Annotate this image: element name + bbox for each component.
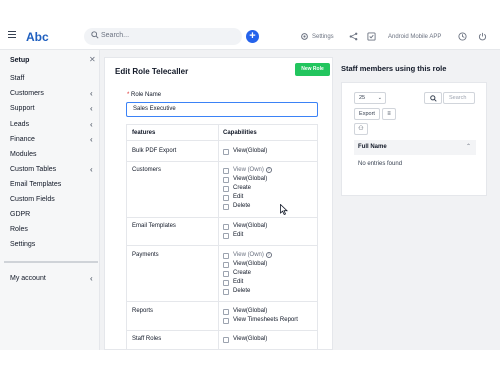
sidebar-title: Setup [10,57,30,64]
column-header-full-name[interactable]: Full Name ⌃ [354,140,476,155]
sidebar-divider [4,261,98,263]
staff-search-input[interactable]: Search [443,92,475,104]
staff-panel-title: Staff members using this role [341,64,447,73]
role-name-label: * Role Name [127,92,162,98]
clock-icon[interactable] [458,32,467,41]
row-divider [127,245,317,246]
checkbox[interactable] [223,280,229,286]
settings-link[interactable]: Settings [312,34,334,40]
checkbox[interactable] [223,253,229,259]
sidebar-item-roles[interactable]: Roles [10,226,28,233]
sidebar-item-email-templates[interactable]: Email Templates [10,181,61,188]
permissions-table: features Capabilities Bulk PDF Export Vi… [126,124,318,349]
checkbox[interactable] [223,168,229,174]
sidebar-item-finance[interactable]: Finance [10,136,35,143]
app-window: Abc Search... + Settings Android Mobile … [0,0,500,350]
checkbox[interactable] [223,309,229,315]
feature-bulk-pdf-export: Bulk PDF Export [132,148,177,154]
page-size-select[interactable]: 25 ⌄ [354,92,386,104]
sidebar-item-custom-fields[interactable]: Custom Fields [10,196,55,203]
sidebar-item-modules[interactable]: Modules [10,151,36,158]
feature-reports: Reports [132,308,154,314]
gear-icon[interactable] [300,32,309,41]
page-title: Edit Role Telecaller [115,67,189,76]
list-icon[interactable]: ≡ [382,108,396,120]
export-button[interactable]: Export [354,108,380,120]
search-box[interactable]: Search... [84,28,242,45]
sidebar-item-customers[interactable]: Customers [10,90,44,97]
feature-staff-roles: Staff Roles [132,336,162,342]
edit-role-card: Edit Role Telecaller New Role * Role Nam… [104,57,333,350]
row-divider [127,161,317,162]
info-icon[interactable]: ? [265,167,272,173]
power-icon[interactable] [478,32,487,41]
checkbox[interactable] [223,149,229,155]
top-bar: Abc Search... + Settings Android Mobile … [0,0,500,50]
logo[interactable]: Abc [26,30,49,44]
row-divider [127,140,317,141]
share-icon[interactable] [349,32,358,41]
column-header-features: features [132,130,156,136]
role-name-input[interactable]: Sales Executive [126,102,318,117]
new-role-button[interactable]: New Role [295,63,330,76]
checkbox[interactable] [223,195,229,201]
checkbox-icon[interactable] [367,32,376,41]
checkbox[interactable] [223,262,229,268]
search-placeholder: Search... [101,32,130,39]
sidebar-item-gdpr[interactable]: GDPR [10,211,30,218]
row-divider [127,217,317,218]
column-header-capabilities: Capabilities [223,130,257,136]
chevron-down-icon: ⌄ [377,95,382,101]
checkbox[interactable] [223,204,229,210]
chevron-left-icon[interactable]: ‹ [90,274,93,283]
setup-sidebar: Setup ✕ Staff Customers ‹ Support ‹ Lead… [0,50,100,350]
mouse-cursor-icon [280,204,288,215]
chevron-left-icon[interactable]: ‹ [90,135,93,144]
checkbox[interactable] [223,271,229,277]
feature-payments: Payments [132,252,159,258]
feature-customers: Customers [132,167,162,173]
columns-icon[interactable]: ⚇ [354,123,368,135]
empty-message: No entries found [358,161,403,167]
app-link[interactable]: Android Mobile APP [388,34,441,40]
checkbox[interactable] [223,318,229,324]
sidebar-item-staff[interactable]: Staff [10,75,24,82]
checkbox[interactable] [223,233,229,239]
sidebar-item-custom-tables[interactable]: Custom Tables [10,166,56,173]
checkbox[interactable] [223,177,229,183]
feature-email-templates: Email Templates [132,223,176,229]
sidebar-item-my-account[interactable]: My account [10,275,46,282]
close-icon[interactable]: ✕ [89,55,96,64]
chevron-left-icon[interactable]: ‹ [90,165,93,174]
sidebar-item-leads[interactable]: Leads [10,121,29,128]
row-divider [127,301,317,302]
checkbox[interactable] [223,224,229,230]
chevron-left-icon[interactable]: ‹ [90,89,93,98]
menu-icon[interactable] [8,31,16,38]
search-icon [430,95,437,102]
plus-icon[interactable]: + [246,30,259,43]
column-divider [218,125,219,349]
sort-icon[interactable]: ⌃ [466,143,471,150]
info-icon[interactable]: ? [265,252,272,258]
required-asterisk: * [127,92,130,98]
checkbox[interactable] [223,337,229,343]
chevron-left-icon[interactable]: ‹ [90,104,93,113]
checkbox[interactable] [223,186,229,192]
sidebar-item-settings[interactable]: Settings [10,241,35,248]
row-divider [127,330,317,331]
staff-panel: 25 ⌄ Search Export ≡ ⚇ Full Name ⌃ No entr… [341,82,487,196]
checkbox[interactable] [223,289,229,295]
search-button[interactable] [424,92,442,104]
sidebar-item-support[interactable]: Support [10,105,35,112]
chevron-left-icon[interactable]: ‹ [90,120,93,129]
search-icon [91,31,99,39]
